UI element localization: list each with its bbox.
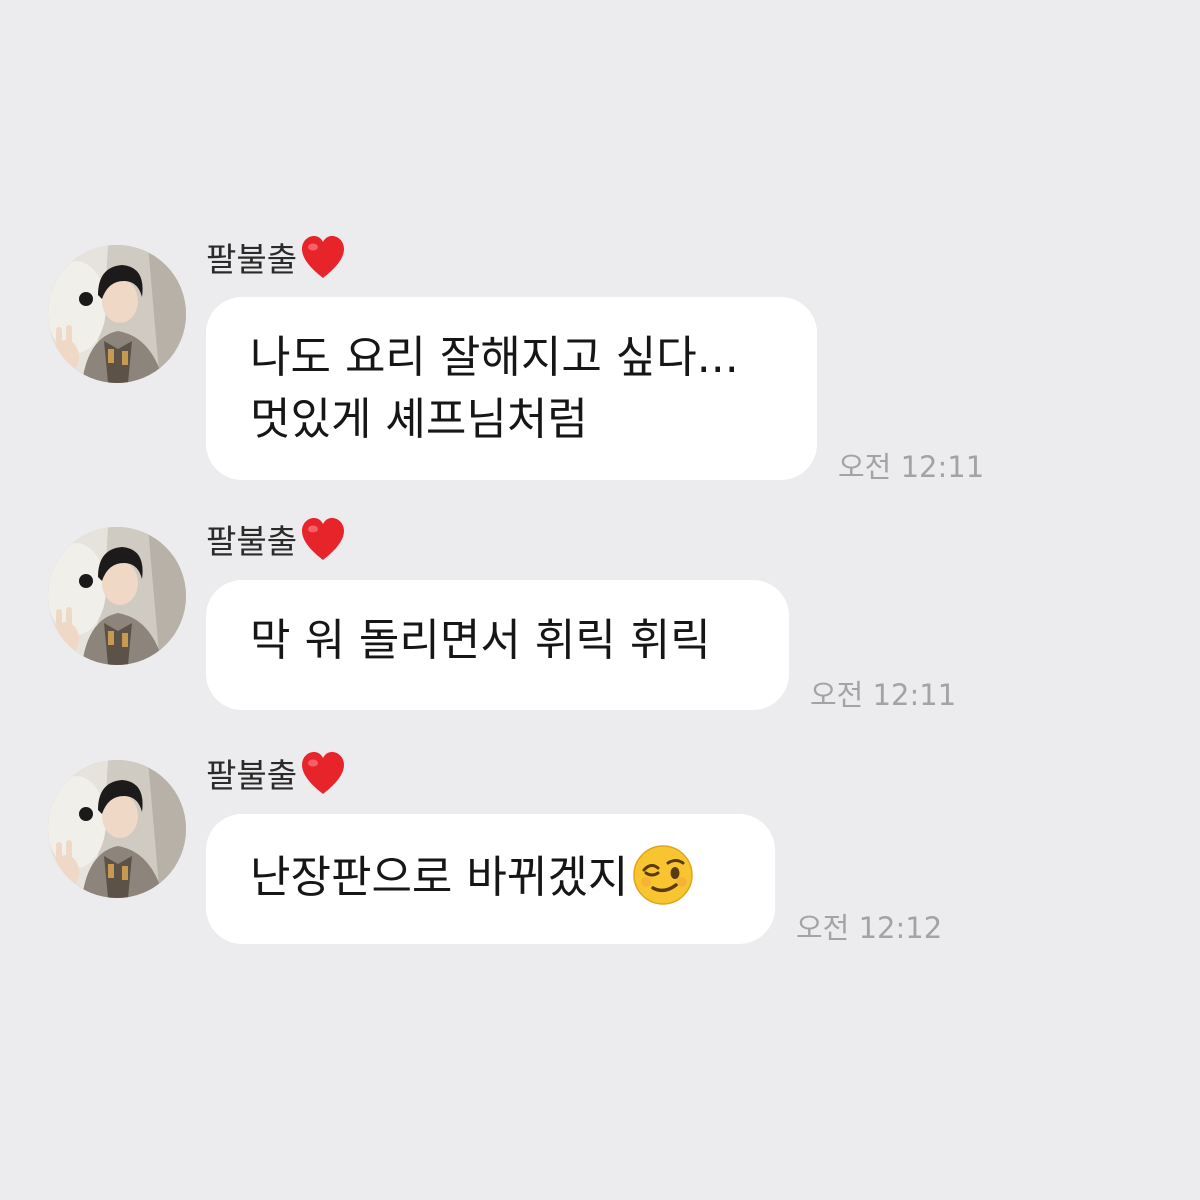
- sender-name: 팔불출: [206, 240, 298, 279]
- message-text-line: 멋있게 셰프님처럼: [250, 394, 588, 445]
- avatar[interactable]: [48, 527, 186, 665]
- message-text-line: 나도 요리 잘해지고 싶다...: [250, 332, 739, 383]
- sender-name-row: 팔불출: [206, 748, 347, 798]
- sender-name-row: 팔불출: [206, 232, 347, 282]
- sender-name: 팔불출: [206, 522, 298, 561]
- sender-name: 팔불출: [206, 756, 298, 795]
- message-text: 난장판으로 바뀌겠지: [250, 852, 629, 903]
- message-text-line: 난장판으로 바뀌겠지: [250, 844, 731, 909]
- avatar[interactable]: [48, 760, 186, 898]
- heart-icon: [299, 234, 347, 280]
- message-bubble[interactable]: 난장판으로 바뀌겠지: [206, 814, 775, 944]
- message-time: 오전 12:11: [810, 678, 957, 712]
- message-bubble[interactable]: 막 워 돌리면서 휘릭 휘릭: [206, 580, 789, 710]
- sender-name-row: 팔불출: [206, 514, 347, 564]
- heart-icon: [299, 516, 347, 562]
- message-bubble[interactable]: 나도 요리 잘해지고 싶다... 멋있게 셰프님처럼: [206, 297, 817, 480]
- winking-face-icon: [632, 844, 694, 906]
- message-text-line: 막 워 돌리면서 휘릭 휘릭: [250, 615, 711, 666]
- avatar[interactable]: [48, 245, 186, 383]
- message-time: 오전 12:11: [838, 450, 985, 484]
- heart-icon: [299, 750, 347, 796]
- message-time: 오전 12:12: [796, 911, 943, 945]
